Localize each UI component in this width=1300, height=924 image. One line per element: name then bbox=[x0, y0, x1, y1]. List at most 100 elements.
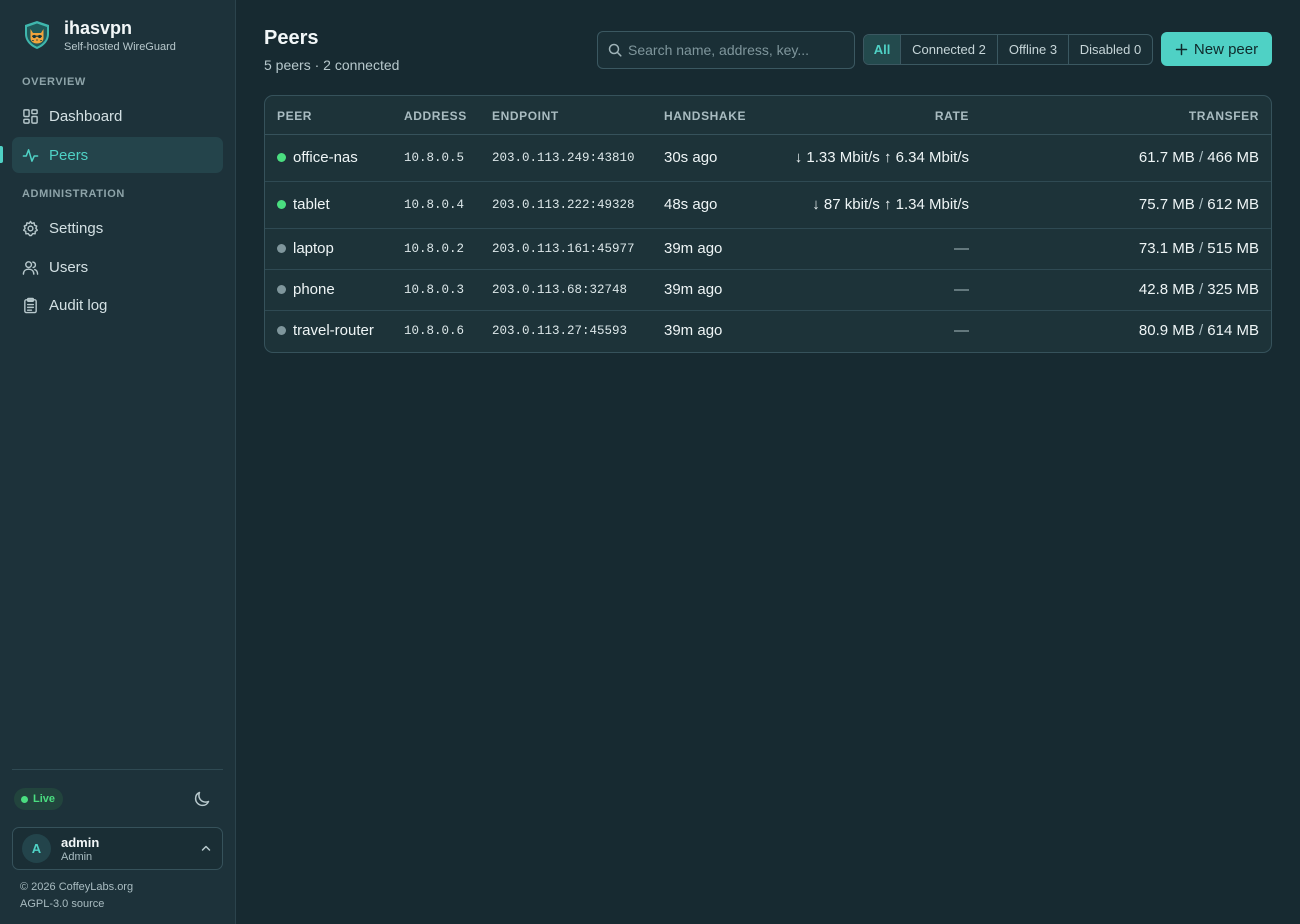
peers-table: PEER ADDRESS ENDPOINT HANDSHAKE RATE TRA… bbox=[264, 95, 1272, 353]
peer-tx: 614 MB bbox=[1207, 322, 1259, 339]
peer-rx: 80.9 MB bbox=[1138, 322, 1195, 339]
live-label: Live bbox=[33, 793, 56, 805]
brand-name: ihasvpn bbox=[64, 18, 133, 38]
peer-rx: 73.1 MB bbox=[1138, 240, 1195, 257]
sidebar-item-users[interactable]: Users bbox=[12, 249, 223, 285]
transfer-separator: / bbox=[1198, 149, 1204, 166]
peer-endpoint: 203.0.113.222:49328 bbox=[492, 198, 635, 212]
search-icon bbox=[608, 43, 622, 57]
offline-status-icon bbox=[277, 326, 286, 335]
peer-name-cell: office-nas bbox=[277, 149, 358, 166]
section-label-administration: ADMINISTRATION bbox=[22, 188, 125, 200]
user-menu[interactable]: A admin Admin bbox=[12, 827, 223, 870]
sidebar-item-label: Peers bbox=[49, 146, 89, 164]
search-box[interactable] bbox=[597, 31, 855, 69]
footer: © 2026 CoffeyLabs.org AGPL-3.0 source bbox=[20, 879, 133, 913]
cat-shield-logo-icon bbox=[25, 21, 49, 49]
plus-icon bbox=[1175, 43, 1188, 55]
online-status-icon bbox=[277, 153, 286, 162]
peer-rate: ↓ 1.33 Mbit/s ↑ 6.34 Mbit/s bbox=[794, 149, 969, 166]
peer-name: phone bbox=[293, 281, 335, 298]
new-peer-button[interactable]: New peer bbox=[1161, 32, 1272, 66]
table-header: PEER ADDRESS ENDPOINT HANDSHAKE RATE TRA… bbox=[265, 96, 1271, 135]
source-link[interactable]: AGPL-3.0 source bbox=[20, 898, 104, 910]
transfer-separator: / bbox=[1198, 240, 1204, 257]
peer-address: 10.8.0.4 bbox=[404, 198, 465, 212]
table-row[interactable]: laptop 10.8.0.2 203.0.113.161:45977 39m … bbox=[265, 229, 1271, 270]
peer-name-cell: phone bbox=[277, 281, 335, 298]
user-role: Admin bbox=[61, 850, 93, 863]
peer-rx: 42.8 MB bbox=[1138, 281, 1195, 298]
table-row[interactable]: office-nas 10.8.0.5 203.0.113.249:43810 … bbox=[265, 135, 1271, 182]
peer-endpoint: 203.0.113.68:32748 bbox=[492, 283, 628, 297]
status-filter-group: All Connected 2 Offline 3 Disabled 0 bbox=[863, 34, 1153, 65]
peer-tx: 466 MB bbox=[1207, 149, 1259, 166]
peer-name: tablet bbox=[293, 196, 330, 213]
copyright-text: © 2026 CoffeyLabs.org bbox=[20, 881, 134, 893]
sidebar-item-dashboard[interactable]: Dashboard bbox=[12, 98, 223, 134]
peer-transfer: 80.9 MB / 614 MB bbox=[1139, 322, 1259, 339]
peer-handshake: 30s ago bbox=[664, 149, 718, 166]
transfer-separator: / bbox=[1198, 281, 1204, 298]
activity-icon bbox=[22, 148, 39, 162]
peer-address: 10.8.0.2 bbox=[404, 242, 465, 256]
column-header-handshake[interactable]: HANDSHAKE bbox=[664, 109, 746, 123]
column-header-transfer[interactable]: TRANSFER bbox=[1189, 109, 1259, 123]
column-header-rate[interactable]: RATE bbox=[935, 109, 969, 123]
sidebar-divider bbox=[12, 769, 223, 770]
dashboard-icon bbox=[23, 108, 38, 124]
peer-rate: ↓ 87 kbit/s ↑ 1.34 Mbit/s bbox=[812, 196, 969, 213]
peer-address: 10.8.0.5 bbox=[404, 151, 465, 165]
table-row[interactable]: travel-router 10.8.0.6 203.0.113.27:4559… bbox=[265, 311, 1271, 352]
sidebar-item-label: Settings bbox=[49, 219, 104, 237]
sidebar-item-settings[interactable]: Settings bbox=[12, 210, 223, 246]
online-status-icon bbox=[277, 200, 286, 209]
peer-tx: 325 MB bbox=[1207, 281, 1259, 298]
active-nav-indicator bbox=[0, 146, 3, 163]
search-input[interactable] bbox=[628, 42, 848, 58]
transfer-separator: / bbox=[1198, 196, 1204, 213]
table-row[interactable]: tablet 10.8.0.4 203.0.113.222:49328 48s … bbox=[265, 182, 1271, 229]
gear-icon bbox=[22, 220, 39, 236]
peer-transfer: 42.8 MB / 325 MB bbox=[1139, 281, 1259, 298]
peer-handshake: 48s ago bbox=[664, 196, 718, 213]
peer-address: 10.8.0.3 bbox=[404, 283, 465, 297]
peer-name-cell: travel-router bbox=[277, 322, 374, 339]
new-peer-label: New peer bbox=[1193, 40, 1259, 58]
sidebar-item-label: Dashboard bbox=[49, 107, 123, 125]
peer-handshake: 39m ago bbox=[664, 281, 723, 298]
page-subtitle: 5 peers · 2 connected bbox=[264, 57, 400, 73]
peer-name-cell: tablet bbox=[277, 196, 330, 213]
peer-handshake: 39m ago bbox=[664, 322, 723, 339]
peer-name-cell: laptop bbox=[277, 240, 334, 257]
clipboard-icon bbox=[24, 297, 37, 313]
peer-rate: — bbox=[954, 240, 969, 257]
sidebar-item-audit-log[interactable]: Audit log bbox=[12, 287, 223, 323]
sidebar-item-peers[interactable]: Peers bbox=[12, 137, 223, 173]
peer-name: travel-router bbox=[293, 322, 374, 339]
filter-connected-button[interactable]: Connected 2 bbox=[901, 35, 998, 64]
peer-endpoint: 203.0.113.161:45977 bbox=[492, 242, 635, 256]
peer-rate: — bbox=[954, 281, 969, 298]
filter-disabled-button[interactable]: Disabled 0 bbox=[1069, 35, 1152, 64]
peer-tx: 515 MB bbox=[1207, 240, 1259, 257]
offline-status-icon bbox=[277, 244, 286, 253]
moon-icon[interactable] bbox=[194, 790, 212, 808]
live-dot-icon bbox=[21, 795, 28, 803]
table-row[interactable]: phone 10.8.0.3 203.0.113.68:32748 39m ag… bbox=[265, 270, 1271, 311]
filter-offline-button[interactable]: Offline 3 bbox=[998, 35, 1069, 64]
brand-subtitle: Self-hosted WireGuard bbox=[64, 41, 176, 53]
filter-all-button[interactable]: All bbox=[864, 35, 901, 64]
transfer-separator: / bbox=[1198, 322, 1204, 339]
page-title: Peers bbox=[264, 27, 319, 49]
column-header-endpoint[interactable]: ENDPOINT bbox=[492, 109, 559, 123]
column-header-address[interactable]: ADDRESS bbox=[404, 109, 467, 123]
brand[interactable]: ihasvpn Self-hosted WireGuard bbox=[22, 18, 176, 53]
peer-handshake: 39m ago bbox=[664, 240, 723, 257]
peer-rate: — bbox=[954, 322, 969, 339]
peer-name: laptop bbox=[293, 240, 334, 257]
peer-tx: 612 MB bbox=[1207, 196, 1259, 213]
peer-name: office-nas bbox=[293, 149, 358, 166]
column-header-peer[interactable]: PEER bbox=[277, 109, 312, 123]
sidebar-item-label: Audit log bbox=[49, 296, 108, 314]
